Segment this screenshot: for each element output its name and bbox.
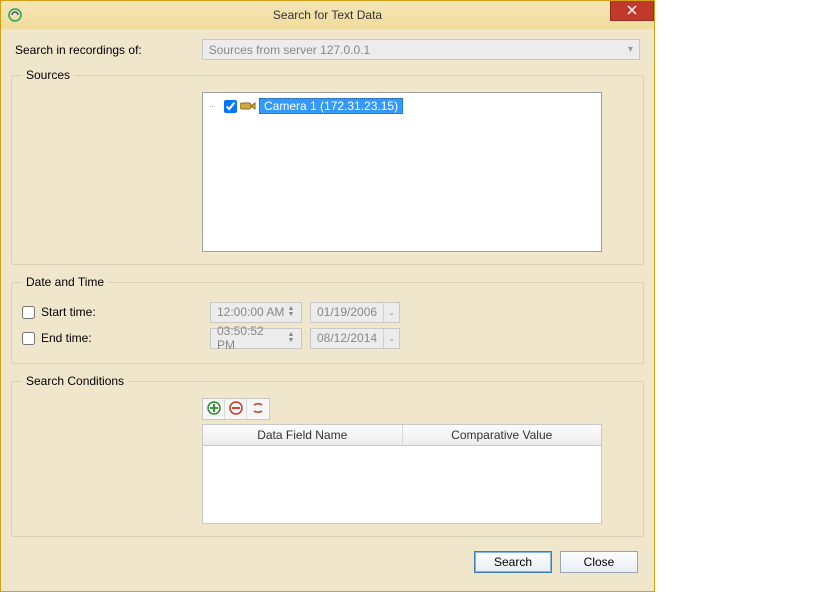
- server-combo-value: Sources from server 127.0.0.1: [209, 43, 370, 57]
- start-time-checkbox[interactable]: [22, 306, 35, 319]
- minus-icon: [229, 401, 243, 418]
- close-window-button[interactable]: [610, 1, 654, 21]
- sources-tree[interactable]: ··· Camera 1 (172.31.23.15): [202, 92, 602, 252]
- conditions-toolbar: [202, 398, 270, 420]
- app-icon: [7, 7, 23, 23]
- clear-icon: [251, 401, 265, 418]
- start-date-value: 01/19/2006: [317, 305, 377, 319]
- titlebar: Search for Text Data: [1, 1, 654, 29]
- start-time-checkbox-label[interactable]: Start time:: [22, 305, 202, 319]
- server-combo[interactable]: Sources from server 127.0.0.1 ▾: [202, 39, 640, 60]
- datetime-legend: Date and Time: [22, 275, 108, 289]
- spinner-buttons-icon: ▲▼: [285, 306, 297, 318]
- end-time-checkbox-label[interactable]: End time:: [22, 331, 202, 345]
- end-date-input[interactable]: 08/12/2014 ⌄: [310, 328, 400, 349]
- add-condition-button[interactable]: [203, 399, 225, 419]
- search-in-label: Search in recordings of:: [15, 43, 142, 57]
- sources-legend: Sources: [22, 68, 74, 82]
- source-checkbox[interactable]: [224, 100, 237, 113]
- end-time-label: End time:: [41, 331, 92, 345]
- chevron-down-icon: ⌄: [383, 329, 395, 348]
- start-time-row: Start time: 12:00:00 AM ▲▼ 01/19/2006 ⌄: [22, 299, 633, 325]
- tree-item[interactable]: ··· Camera 1 (172.31.23.15): [209, 97, 595, 115]
- camera-icon: [240, 100, 256, 112]
- window-title: Search for Text Data: [1, 8, 654, 22]
- chevron-down-icon: ▾: [628, 44, 633, 55]
- remove-condition-button[interactable]: [225, 399, 247, 419]
- conditions-legend: Search Conditions: [22, 374, 128, 388]
- sources-group: Sources ··· Camera 1 (172.31.23.15): [11, 68, 644, 265]
- column-header-value[interactable]: Comparative Value: [403, 425, 602, 445]
- end-time-checkbox[interactable]: [22, 332, 35, 345]
- search-button[interactable]: Search: [474, 551, 552, 573]
- start-time-value: 12:00:00 AM: [217, 305, 284, 319]
- start-time-input[interactable]: 12:00:00 AM ▲▼: [210, 302, 302, 323]
- spinner-buttons-icon: ▲▼: [285, 332, 297, 344]
- client-area: Search in recordings of: Sources from se…: [1, 29, 654, 591]
- chevron-down-icon: ⌄: [383, 303, 395, 322]
- close-icon: [627, 3, 637, 18]
- end-time-input[interactable]: 03:50:52 PM ▲▼: [210, 328, 302, 349]
- tree-connector: ···: [209, 101, 221, 111]
- conditions-grid-body[interactable]: [202, 446, 602, 524]
- conditions-grid-header: Data Field Name Comparative Value: [202, 424, 602, 446]
- start-time-label: Start time:: [41, 305, 96, 319]
- conditions-group: Search Conditions: [11, 374, 644, 537]
- start-date-input[interactable]: 01/19/2006 ⌄: [310, 302, 400, 323]
- end-date-value: 08/12/2014: [317, 331, 377, 345]
- dialog-footer: Search Close: [11, 547, 644, 581]
- clear-conditions-button[interactable]: [247, 399, 269, 419]
- conditions-panel: Data Field Name Comparative Value: [202, 398, 602, 524]
- end-time-row: End time: 03:50:52 PM ▲▼ 08/12/2014 ⌄: [22, 325, 633, 351]
- search-in-row: Search in recordings of: Sources from se…: [11, 39, 644, 60]
- source-label: Camera 1 (172.31.23.15): [259, 98, 403, 114]
- end-time-value: 03:50:52 PM: [217, 324, 285, 352]
- column-header-field[interactable]: Data Field Name: [203, 425, 403, 445]
- dialog-window: Search for Text Data Search in recording…: [0, 0, 655, 592]
- plus-icon: [207, 401, 221, 418]
- datetime-group: Date and Time Start time: 12:00:00 AM ▲▼…: [11, 275, 644, 364]
- close-button[interactable]: Close: [560, 551, 638, 573]
